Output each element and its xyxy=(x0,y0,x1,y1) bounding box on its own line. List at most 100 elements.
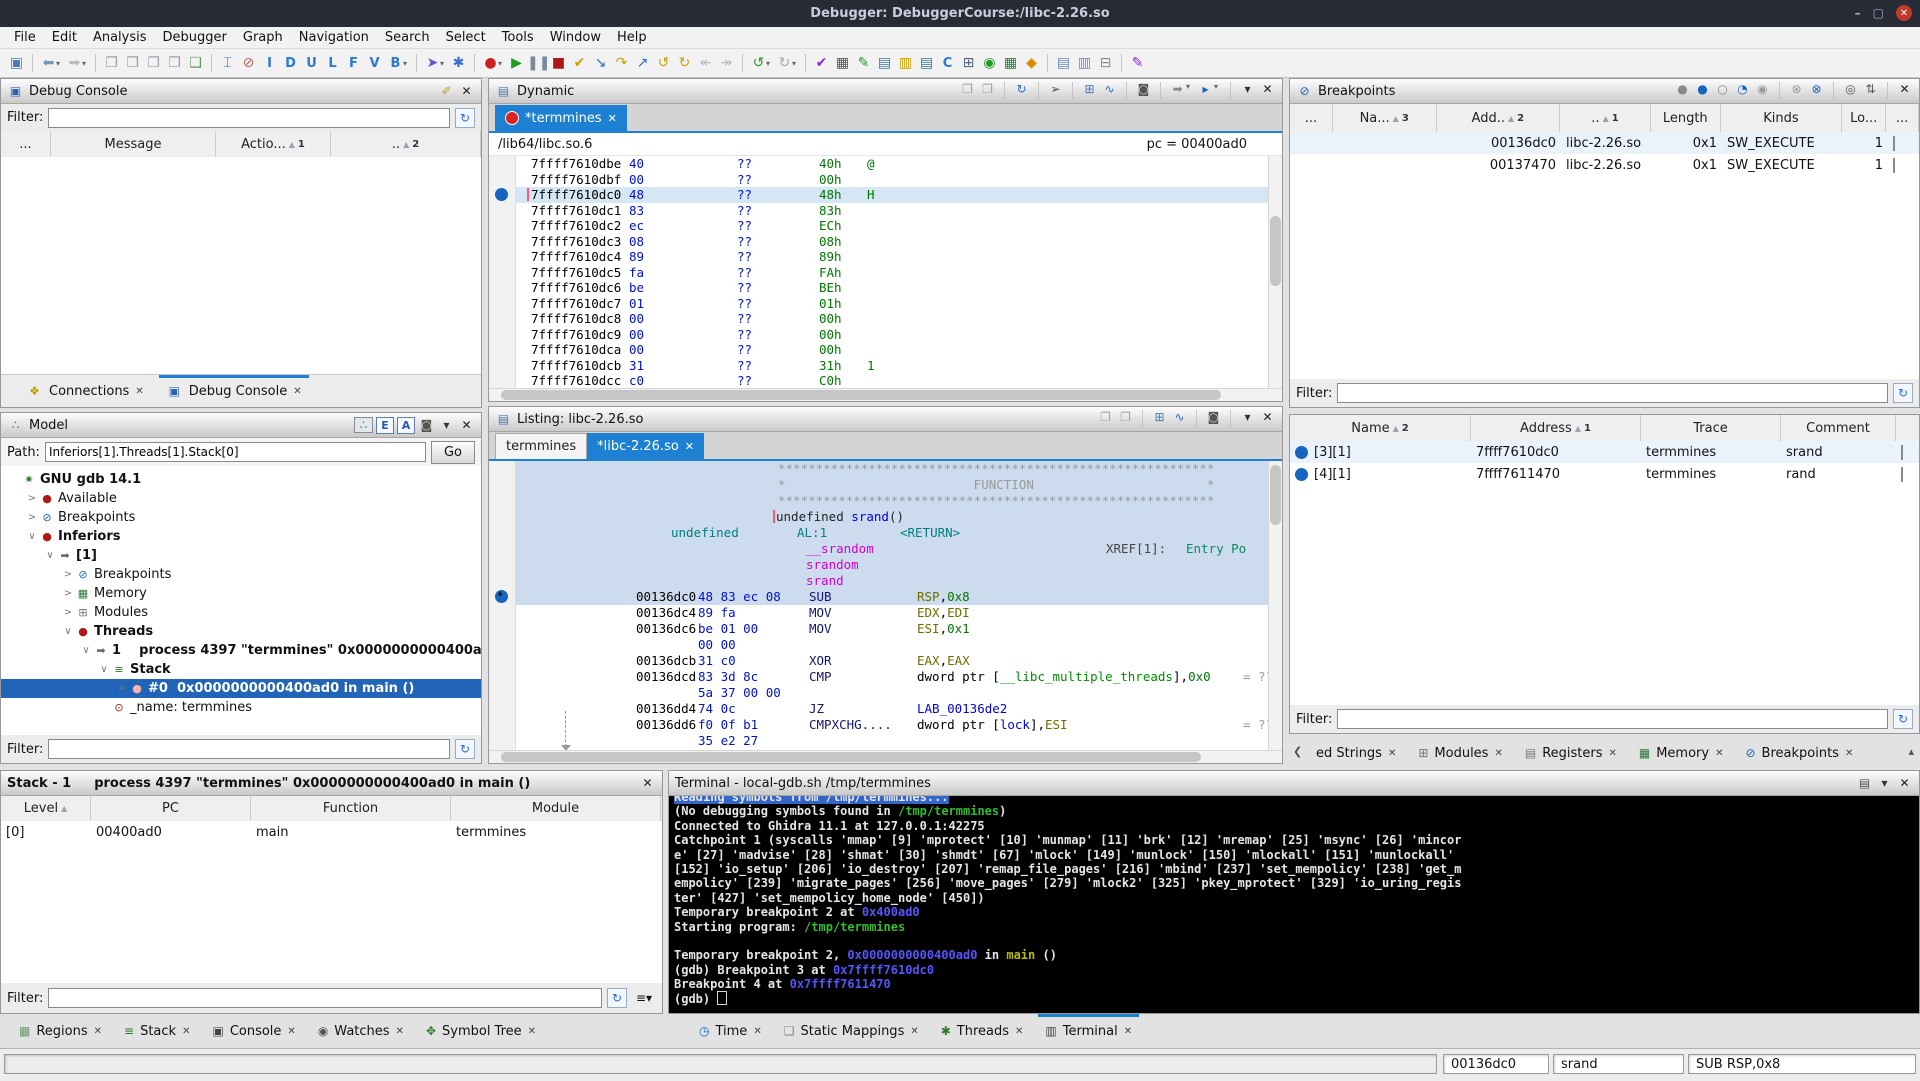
tab-memory[interactable]: ▦ Memory ✕ xyxy=(1628,736,1735,770)
paste-icon[interactable]: ❐ xyxy=(979,82,996,100)
byte-table-icon[interactable]: ⊞ xyxy=(1081,82,1098,100)
tree-item-0-0x0000000000400a[interactable]: > ● #0 0x0000000000400ad0 in main () xyxy=(1,679,481,698)
tab-threads[interactable]: ✱ Threads ✕ xyxy=(930,1014,1035,1048)
close-icon[interactable]: ✕ xyxy=(1259,82,1276,100)
menu-item-debugger[interactable]: Debugger xyxy=(155,28,235,47)
close-icon[interactable]: ✕ xyxy=(287,1026,295,1037)
clear-all-breakpoints-icon[interactable]: ⊗ xyxy=(1808,82,1825,100)
close-icon[interactable]: ✕ xyxy=(1896,776,1913,790)
tree-item-name-termmines[interactable]: ⊙ _name: termmines xyxy=(1,698,481,717)
tab-registers[interactable]: ▤ Registers ✕ xyxy=(1514,736,1628,770)
record-icon-dropdown[interactable]: ▾ xyxy=(498,59,506,68)
folder-table-icon[interactable]: ▥ xyxy=(895,55,916,71)
listing-line[interactable]: * FUNCTION * xyxy=(515,477,1268,493)
listing-line[interactable]: undefined srand() xyxy=(515,509,1268,525)
memory-row[interactable]: 7ffff7610dcb 31?? 31h 1 xyxy=(515,358,1268,374)
copy-page2-icon[interactable]: ❐ xyxy=(143,55,164,71)
sleigh-checkbox[interactable] xyxy=(1888,157,1919,173)
tab-termmines[interactable]: *termmines ✕ xyxy=(495,105,627,131)
filter-refresh-icon[interactable]: ↻ xyxy=(607,988,627,1008)
cursor-icon[interactable]: ➢ xyxy=(1047,82,1064,100)
interrupt-icon[interactable]: ✔ xyxy=(569,55,590,71)
revert-icon-dropdown[interactable]: ▾ xyxy=(766,59,774,68)
locations-filter-input[interactable] xyxy=(1337,709,1888,729)
c-type-icon[interactable]: C xyxy=(937,56,958,71)
attributes-column-icon[interactable]: A xyxy=(397,416,415,434)
location-row[interactable]: [4][1] 7ffff7611470 termmines rand xyxy=(1290,463,1919,485)
toggle-breakpoint-icon[interactable]: ◔ xyxy=(1734,82,1751,100)
scroll-left-icon[interactable]: ❮ xyxy=(1293,745,1302,758)
page-save-icon[interactable]: ❑ xyxy=(185,55,206,71)
paste-page-icon[interactable]: ❐ xyxy=(122,55,143,71)
debug-console-filter-input[interactable] xyxy=(48,107,450,128)
close-icon[interactable]: ✕ xyxy=(639,776,656,790)
column-header-col0[interactable]: ... xyxy=(1,131,51,157)
expand-icon[interactable]: ∨ xyxy=(97,664,111,675)
step-over-icon[interactable]: ↷ xyxy=(611,55,632,71)
letter-b-icon-dropdown[interactable]: ▾ xyxy=(403,59,411,68)
step-out-icon[interactable]: ↗ xyxy=(632,55,653,71)
memory-row[interactable]: 7ffff7610dc5 fa?? FAh xyxy=(515,265,1268,281)
listing-line[interactable]: 00136dc4 89 fa MOV EDX, EDI xyxy=(515,605,1268,621)
breakpoint-row[interactable]: 00136dc0 libc-2.26.so 0x1 SW_EXECUTE 1 xyxy=(1290,132,1919,154)
breakpoint-gutter[interactable] xyxy=(489,156,516,389)
column-header-na[interactable]: Na... ▲ 3 xyxy=(1333,104,1437,132)
listing-line[interactable]: 00136dc0 48 83 ec 08 SUB RSP, 0x8 xyxy=(515,589,1268,605)
stack-filter-input[interactable] xyxy=(48,988,602,1008)
stop-icon[interactable]: ■ xyxy=(548,55,569,71)
snapshot-icon[interactable]: ◙ xyxy=(1135,82,1152,100)
tree-item-memory[interactable]: > ▦ Memory xyxy=(1,584,481,603)
checkbox[interactable] xyxy=(1893,135,1895,151)
tree-item-1-process-4397-t[interactable]: ∨ ➡ 1 process 4397 "termmines" 0x000000000… xyxy=(1,641,481,660)
terminal-menu-icon[interactable]: ▤ xyxy=(1856,776,1873,790)
elements-column-icon[interactable]: E xyxy=(376,416,394,434)
close-icon[interactable]: ✕ xyxy=(182,1026,190,1037)
set-breakpoint-icon[interactable]: ● xyxy=(1674,82,1691,100)
column-header-trace[interactable]: Trace xyxy=(1641,415,1781,441)
menu-item-help[interactable]: Help xyxy=(609,28,655,47)
close-icon[interactable]: ✕ xyxy=(135,386,143,397)
column-header-col7[interactable]: ... xyxy=(1886,104,1919,132)
tab-stack[interactable]: ≡ Stack ✕ xyxy=(113,1014,201,1048)
breakpoints-filter-input[interactable] xyxy=(1337,383,1888,403)
memory-row[interactable]: 7ffff7610dc1 83?? 83h xyxy=(515,203,1268,219)
tree-item-breakpoints[interactable]: > ⊘ Breakpoints xyxy=(1,565,481,584)
attach-icon[interactable]: ✱ xyxy=(448,55,469,71)
forward-icon-dropdown[interactable]: ▾ xyxy=(82,59,90,68)
table-view-icon[interactable]: ▤ xyxy=(874,55,895,71)
checkbox-cell[interactable] xyxy=(1896,466,1919,482)
tab-modules[interactable]: ⊞ Modules ✕ xyxy=(1407,736,1514,770)
no-entry-icon[interactable]: ⊘ xyxy=(238,55,259,71)
column-header-col0[interactable]: ... xyxy=(1290,104,1333,132)
search-icon[interactable]: ◎ xyxy=(1842,82,1859,100)
menu-item-graph[interactable]: Graph xyxy=(235,28,291,47)
collapse-icon[interactable]: ▴ xyxy=(1908,745,1914,758)
menu-item-select[interactable]: Select xyxy=(438,28,494,47)
tab-connections[interactable]: ❖ Connections ✕ xyxy=(15,375,155,407)
skip-forward-icon[interactable]: ↠ xyxy=(716,55,737,71)
pc-breakpoint-marker[interactable] xyxy=(495,589,508,603)
column-header-pc[interactable]: PC xyxy=(91,796,251,821)
expand-icon[interactable]: > xyxy=(25,493,39,504)
close-icon[interactable]: ✕ xyxy=(1845,748,1853,759)
close-icon[interactable]: ✕ xyxy=(1259,410,1276,428)
memory-row[interactable]: 7ffff7610dc4 89?? 89h xyxy=(515,249,1268,265)
tab-debug-console[interactable]: ▣ Debug Console ✕ xyxy=(155,375,313,407)
model-path-input[interactable] xyxy=(44,442,426,462)
track-pc-icon-dropdown[interactable]: ▾ xyxy=(1214,82,1222,100)
tree-item-1[interactable]: ∨ ➡ [1] xyxy=(1,546,481,565)
minimize-button[interactable]: – xyxy=(1855,5,1861,21)
letter-d-icon[interactable]: D xyxy=(280,56,301,71)
resume-icon[interactable]: ▶ xyxy=(506,55,527,71)
disable-breakpoint-icon[interactable]: ○ xyxy=(1714,82,1731,100)
menu-item-tools[interactable]: Tools xyxy=(494,28,542,47)
column-header-length[interactable]: Length xyxy=(1651,104,1721,132)
memory-row[interactable]: 7ffff7610dc2 ec?? ECh xyxy=(515,218,1268,234)
checkbox-cell[interactable] xyxy=(1896,444,1919,460)
close-icon[interactable]: ✕ xyxy=(293,386,301,397)
tree-item-gnu-gdb-14-1[interactable]: ✷ GNU gdb 14.1 xyxy=(1,470,481,489)
clear-breakpoint-icon[interactable]: ⊗ xyxy=(1788,82,1805,100)
close-icon[interactable]: ✕ xyxy=(910,1026,918,1037)
close-icon[interactable]: ✕ xyxy=(458,84,475,98)
letter-u-icon[interactable]: U xyxy=(301,56,322,71)
